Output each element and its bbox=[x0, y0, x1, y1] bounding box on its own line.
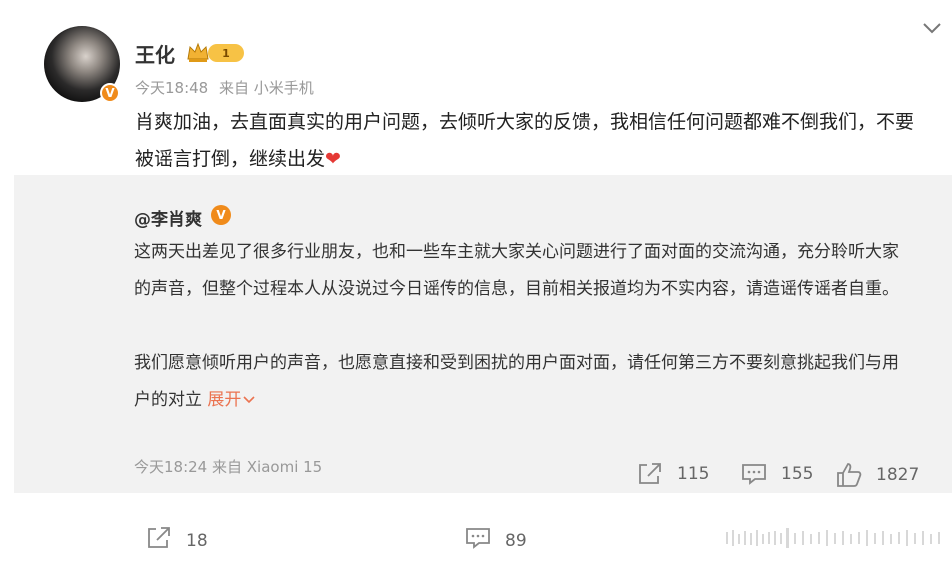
retweet-text: 这两天出差见了很多行业朋友，也和一些车主就大家关心问题进行了面对面的交流沟通，充… bbox=[134, 234, 914, 419]
post-username[interactable]: 王化 bbox=[135, 39, 175, 68]
crown-icon bbox=[186, 41, 210, 67]
footer-repost-count: 18 bbox=[186, 530, 208, 551]
retweet-paragraph-2: 我们愿意倾听用户的声音，也愿意直接和受到困扰的用户面对面，请任何第三方不要刻意挑… bbox=[134, 353, 899, 410]
expand-link[interactable]: 展开 bbox=[207, 390, 255, 410]
repost-icon bbox=[637, 462, 663, 486]
retweet-time[interactable]: 今天18:24 bbox=[134, 458, 207, 476]
post-time[interactable]: 今天18:48 bbox=[135, 79, 208, 97]
comment-icon bbox=[741, 462, 767, 486]
retweet-source: 来自 Xiaomi 15 bbox=[212, 458, 323, 476]
post-meta: 今天18:48 来自 小米手机 bbox=[135, 77, 320, 98]
footer-comment-count: 89 bbox=[505, 530, 527, 551]
comment-icon bbox=[465, 526, 491, 555]
retweet-meta: 今天18:24 来自 Xiaomi 15 bbox=[134, 456, 322, 477]
retweet-like-button[interactable]: 1827 bbox=[836, 462, 919, 488]
heart-emoji-icon: ❤ bbox=[325, 148, 341, 170]
like-bar-icon bbox=[726, 528, 946, 548]
footer-comment-button[interactable]: 89 bbox=[465, 526, 527, 555]
retweet-username[interactable]: @李肖爽 bbox=[134, 205, 202, 230]
like-icon bbox=[836, 462, 862, 488]
verified-badge-icon: V bbox=[100, 83, 120, 103]
retweet-repost-button[interactable]: 115 bbox=[637, 462, 709, 486]
post-text: 肖爽加油，去直面真实的用户问题，去倾听大家的反馈，我相信任何问题都难不倒我们，不… bbox=[135, 104, 920, 178]
retweet-verified-badge-icon: V bbox=[211, 205, 231, 225]
retweet-comment-count: 155 bbox=[781, 464, 814, 484]
member-level-badge[interactable]: 1 bbox=[208, 44, 244, 62]
post-body: 肖爽加油，去直面真实的用户问题，去倾听大家的反馈，我相信任何问题都难不倒我们，不… bbox=[135, 111, 915, 170]
repost-icon bbox=[146, 526, 172, 555]
retweet-comment-button[interactable]: 155 bbox=[741, 462, 813, 486]
chevron-down-icon[interactable] bbox=[922, 20, 942, 39]
retweet-repost-count: 115 bbox=[677, 464, 710, 484]
retweet-paragraph-1: 这两天出差见了很多行业朋友，也和一些车主就大家关心问题进行了面对面的交流沟通，充… bbox=[134, 242, 899, 299]
retweet-like-count: 1827 bbox=[876, 465, 920, 485]
post-source: 来自 小米手机 bbox=[219, 79, 314, 97]
footer-repost-button[interactable]: 18 bbox=[146, 526, 208, 555]
